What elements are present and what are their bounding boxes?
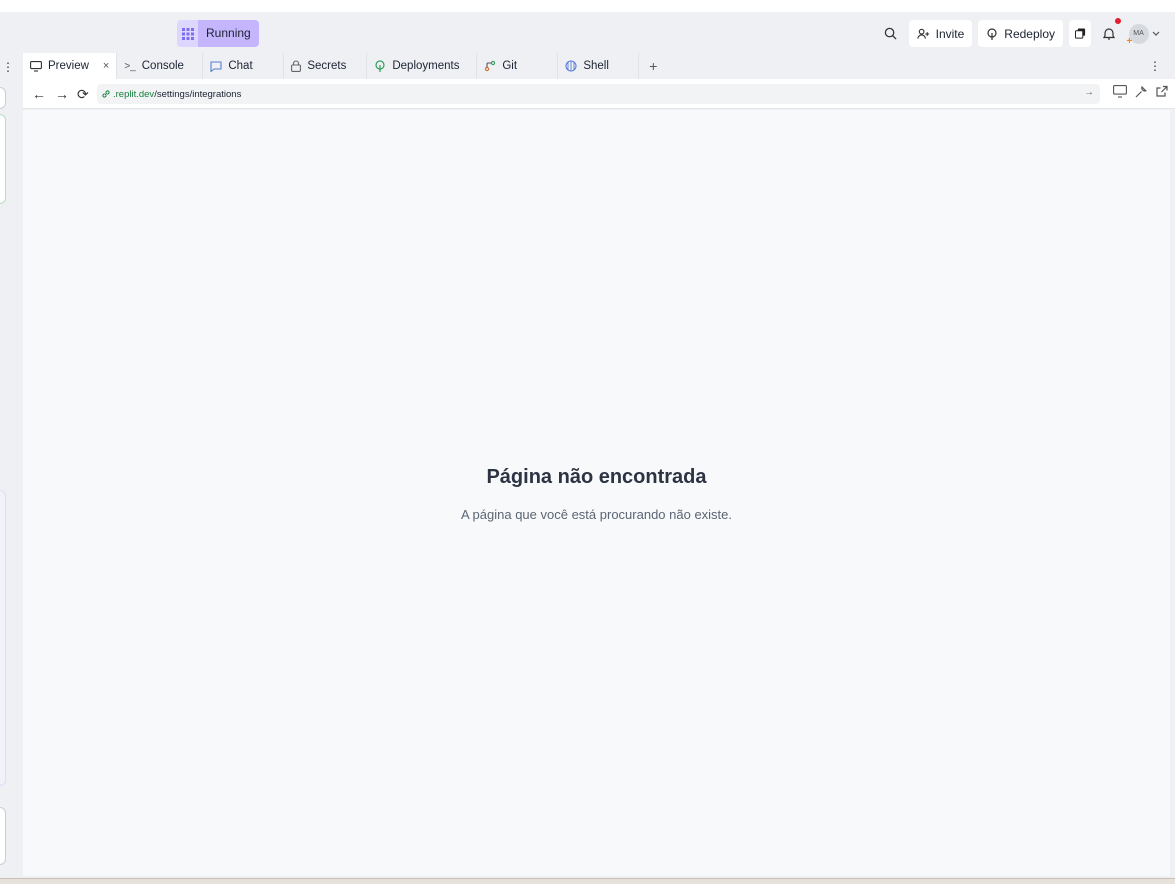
lock-icon bbox=[291, 60, 302, 72]
invite-label: Invite bbox=[935, 26, 965, 41]
tab-preview[interactable]: Preview × bbox=[23, 53, 118, 79]
page-title: Página não encontrada bbox=[486, 466, 707, 488]
left-panel: ⋮ bbox=[0, 54, 22, 884]
bell-icon bbox=[1103, 28, 1115, 40]
preview-page: Página não encontrada A página que você … bbox=[23, 110, 1170, 876]
wrench-icon[interactable] bbox=[1134, 85, 1148, 98]
tab-label: Chat bbox=[228, 60, 253, 72]
left-panel-card bbox=[0, 114, 6, 204]
tab-console[interactable]: >_ Console bbox=[117, 53, 204, 79]
tab-label: Secrets bbox=[307, 60, 347, 72]
chevron-down-icon bbox=[1152, 31, 1159, 36]
account-menu[interactable]: MA + bbox=[1127, 20, 1161, 47]
close-icon[interactable]: × bbox=[103, 60, 109, 72]
tab-git[interactable]: Git bbox=[477, 53, 559, 79]
tab-bar: Preview × >_ Console Chat Secrets Deploy… bbox=[23, 53, 1175, 79]
url-host: .replit.dev bbox=[113, 88, 155, 100]
more-icon[interactable]: ⋮ bbox=[2, 60, 14, 74]
go-arrow-icon[interactable]: → bbox=[1084, 87, 1094, 98]
run-control[interactable]: Running bbox=[177, 20, 259, 47]
invite-button[interactable]: Invite bbox=[908, 20, 973, 47]
search-icon[interactable] bbox=[879, 20, 903, 47]
redeploy-label: Redeploy bbox=[1004, 26, 1055, 41]
tab-label: Console bbox=[141, 60, 184, 72]
bottom-border bbox=[0, 878, 1175, 884]
tab-secrets[interactable]: Secrets bbox=[284, 53, 368, 79]
tab-chat[interactable]: Chat bbox=[203, 53, 285, 79]
add-tab-button[interactable]: + bbox=[639, 53, 667, 79]
add-user-icon bbox=[916, 28, 929, 39]
running-button[interactable]: Running bbox=[198, 20, 259, 47]
more-icon[interactable]: ⋮ bbox=[1149, 59, 1161, 73]
tab-deployments[interactable]: Deployments bbox=[367, 53, 478, 79]
shell-icon bbox=[565, 60, 577, 72]
tab-label: Shell bbox=[583, 60, 609, 72]
grid-icon[interactable] bbox=[177, 20, 198, 47]
plus-icon: + bbox=[1126, 35, 1133, 47]
redeploy-button[interactable]: Redeploy bbox=[978, 20, 1063, 47]
left-panel-button[interactable] bbox=[0, 87, 6, 109]
device-icon[interactable] bbox=[1113, 85, 1127, 98]
right-edge bbox=[1170, 110, 1175, 878]
tab-label: Preview bbox=[48, 60, 89, 72]
terminal-icon: >_ bbox=[124, 60, 136, 72]
refresh-icon[interactable]: ⟳ bbox=[77, 86, 89, 103]
notification-badge bbox=[1115, 18, 1121, 24]
preview-address-bar: ← → ⟳ .replit.dev /settings/integrations… bbox=[23, 79, 1175, 109]
tab-label: Git bbox=[502, 60, 518, 72]
header-actions: Invite Redeploy MA + bbox=[879, 18, 1161, 47]
left-panel-input[interactable] bbox=[0, 807, 6, 865]
chat-icon bbox=[210, 60, 222, 72]
forward-arrow-icon[interactable]: → bbox=[55, 86, 69, 102]
external-link-icon[interactable] bbox=[1155, 85, 1169, 98]
window-top-strip bbox=[0, 0, 1175, 12]
avatar: MA + bbox=[1126, 23, 1149, 47]
back-arrow-icon[interactable]: ← bbox=[32, 86, 46, 102]
deploy-icon bbox=[987, 27, 997, 40]
url-path: /settings/integrations bbox=[154, 88, 242, 100]
monitor-icon bbox=[30, 60, 42, 72]
git-icon bbox=[485, 60, 496, 72]
url-input[interactable]: .replit.dev /settings/integrations → bbox=[97, 84, 1100, 104]
tab-shell[interactable]: Shell bbox=[558, 53, 640, 79]
avatar-initials: MA bbox=[1133, 30, 1144, 37]
left-panel-chat-card bbox=[0, 490, 6, 786]
tab-label: Deployments bbox=[392, 60, 460, 72]
notifications-button[interactable] bbox=[1097, 18, 1121, 47]
copy-icon[interactable] bbox=[1069, 20, 1091, 47]
deploy-icon bbox=[375, 60, 385, 72]
page-subtitle: A página que você está procurando não ex… bbox=[460, 507, 733, 522]
link-icon bbox=[102, 90, 110, 98]
preview-tools bbox=[1113, 85, 1169, 98]
